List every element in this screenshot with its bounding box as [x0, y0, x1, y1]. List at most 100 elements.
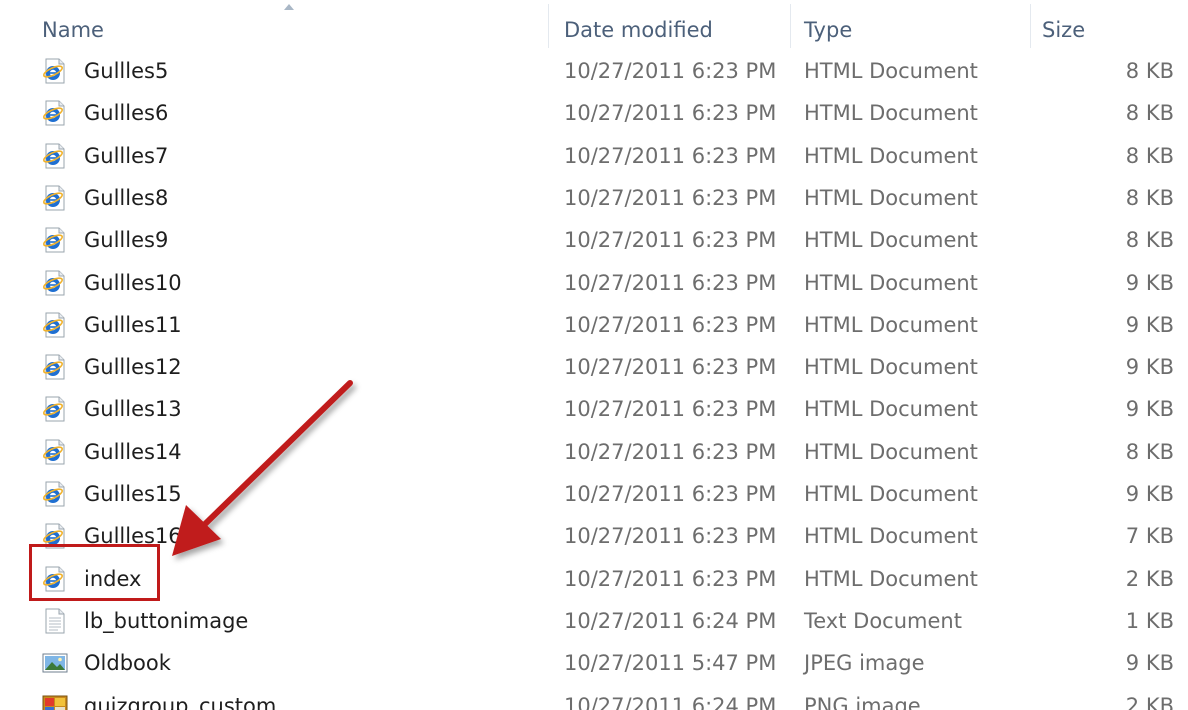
file-date-modified: 10/27/2011 6:23 PM: [564, 397, 777, 422]
file-type: HTML Document: [804, 397, 978, 422]
file-size: 8 KB: [1125, 59, 1174, 83]
file-size: 9 KB: [1125, 312, 1174, 337]
column-header-type[interactable]: Type: [804, 18, 852, 42]
file-row[interactable]: index 10/27/2011 6:23 PM HTML Document 2 KB: [0, 558, 1188, 600]
ie-html-icon: [42, 523, 68, 549]
file-size: 8 KB: [1125, 439, 1174, 464]
file-size: 8 KB: [1125, 143, 1174, 168]
file-size: 9 KB: [1125, 355, 1174, 380]
ie-html-icon: [42, 481, 68, 507]
file-name: quizgroup_custom: [84, 693, 277, 710]
ie-html-icon: [42, 100, 68, 126]
column-divider[interactable]: [548, 4, 549, 48]
file-date-modified: 10/27/2011 6:23 PM: [564, 228, 777, 253]
file-row[interactable]: Gullles8 10/27/2011 6:23 PM HTML Document 8…: [0, 177, 1188, 219]
file-date-modified: 10/27/2011 6:23 PM: [564, 355, 777, 380]
file-row[interactable]: Gullles13 10/27/2011 6:23 PM HTML Document…: [0, 388, 1188, 430]
ie-html-icon: [42, 439, 68, 465]
file-type: HTML Document: [804, 439, 978, 464]
file-row[interactable]: Gullles16 10/27/2011 6:23 PM HTML Document…: [0, 515, 1188, 557]
ie-html-icon: [42, 143, 68, 169]
file-size: 1 KB: [1125, 608, 1174, 633]
file-date-modified: 10/27/2011 6:23 PM: [564, 312, 777, 337]
file-type: HTML Document: [804, 143, 978, 168]
file-size: 9 KB: [1125, 270, 1174, 295]
file-name: Gullles6: [84, 101, 169, 126]
png-image-icon: [42, 693, 68, 710]
ie-html-icon: [42, 185, 68, 211]
file-row[interactable]: Gullles6 10/27/2011 6:23 PM HTML Document 8…: [0, 92, 1188, 134]
file-size: 8 KB: [1125, 228, 1174, 253]
column-divider[interactable]: [790, 4, 791, 48]
file-row[interactable]: quizgroup_custom 10/27/2011 6:24 PM PNG im…: [0, 685, 1188, 710]
file-size: 2 KB: [1125, 566, 1174, 591]
file-type: HTML Document: [804, 228, 978, 253]
jpeg-image-icon: [42, 650, 68, 676]
file-row[interactable]: Gullles9 10/27/2011 6:23 PM HTML Document 8…: [0, 219, 1188, 261]
ie-html-icon: [42, 354, 68, 380]
ie-html-icon: [42, 270, 68, 296]
file-row[interactable]: Gullles5 10/27/2011 6:23 PM HTML Document 8…: [0, 50, 1188, 92]
file-row[interactable]: Gullles7 10/27/2011 6:23 PM HTML Document 8…: [0, 135, 1188, 177]
file-date-modified: 10/27/2011 6:23 PM: [564, 143, 777, 168]
file-date-modified: 10/27/2011 6:23 PM: [564, 482, 777, 506]
file-date-modified: 10/27/2011 6:23 PM: [564, 101, 777, 126]
file-type: HTML Document: [804, 355, 978, 380]
file-type: HTML Document: [804, 59, 978, 83]
file-date-modified: 10/27/2011 6:23 PM: [564, 566, 777, 591]
file-size: 8 KB: [1125, 185, 1174, 210]
file-type: HTML Document: [804, 185, 978, 210]
file-name: Gullles12: [84, 355, 182, 380]
file-type: HTML Document: [804, 566, 978, 591]
file-size: 9 KB: [1125, 651, 1174, 676]
column-header-bar: Name Date modified Type Size: [0, 0, 1188, 50]
file-type: HTML Document: [804, 270, 978, 295]
file-type: PNG image: [804, 693, 921, 710]
file-name: Oldbook: [84, 651, 171, 676]
file-row[interactable]: Gullles12 10/27/2011 6:23 PM HTML Document…: [0, 346, 1188, 388]
column-header-size[interactable]: Size: [1042, 18, 1085, 42]
file-name: Gullles5: [84, 59, 169, 83]
sort-ascending-icon: [284, 4, 294, 10]
column-header-date-modified[interactable]: Date modified: [564, 18, 713, 42]
file-name: Gullles10: [84, 270, 182, 295]
file-type: HTML Document: [804, 482, 978, 506]
file-name: Gullles8: [84, 185, 169, 210]
file-row[interactable]: Oldbook 10/27/2011 5:47 PM JPEG image 9 KB: [0, 642, 1188, 684]
file-row[interactable]: Gullles10 10/27/2011 6:23 PM HTML Document…: [0, 262, 1188, 304]
column-divider[interactable]: [1030, 4, 1031, 48]
file-row[interactable]: lb_buttonimage 10/27/2011 6:24 PM Text Doc…: [0, 600, 1188, 642]
file-name: index: [84, 566, 142, 591]
file-type: Text Document: [804, 608, 962, 633]
file-type: JPEG image: [804, 651, 925, 676]
file-date-modified: 10/27/2011 5:47 PM: [564, 651, 777, 676]
file-date-modified: 10/27/2011 6:23 PM: [564, 270, 777, 295]
file-date-modified: 10/27/2011 6:23 PM: [564, 439, 777, 464]
file-name: Gullles15: [84, 482, 182, 506]
file-explorer: Name Date modified Type Size Gullles5 10/…: [0, 0, 1188, 710]
file-type: HTML Document: [804, 312, 978, 337]
file-date-modified: 10/27/2011 6:23 PM: [564, 59, 777, 83]
file-type: HTML Document: [804, 101, 978, 126]
file-name: Gullles11: [84, 312, 182, 337]
file-date-modified: 10/27/2011 6:23 PM: [564, 524, 777, 549]
text-document-icon: [42, 608, 68, 634]
file-row[interactable]: Gullles11 10/27/2011 6:23 PM HTML Document…: [0, 304, 1188, 346]
file-name: Gullles7: [84, 143, 169, 168]
file-name: Gullles16: [84, 524, 182, 549]
ie-html-icon: [42, 312, 68, 338]
file-name: Gullles9: [84, 228, 169, 253]
file-row[interactable]: Gullles14 10/27/2011 6:23 PM HTML Document…: [0, 431, 1188, 473]
ie-html-icon: [42, 566, 68, 592]
file-row[interactable]: Gullles15 10/27/2011 6:23 PM HTML Document…: [0, 473, 1188, 515]
file-name: Gullles13: [84, 397, 182, 422]
column-header-name[interactable]: Name: [42, 18, 104, 42]
ie-html-icon: [42, 58, 68, 84]
file-date-modified: 10/27/2011 6:24 PM: [564, 608, 777, 633]
file-name: Gullles14: [84, 439, 182, 464]
file-type: HTML Document: [804, 524, 978, 549]
file-date-modified: 10/27/2011 6:24 PM: [564, 693, 777, 710]
file-size: 2 KB: [1125, 693, 1174, 710]
file-size: 9 KB: [1125, 482, 1174, 506]
ie-html-icon: [42, 396, 68, 422]
